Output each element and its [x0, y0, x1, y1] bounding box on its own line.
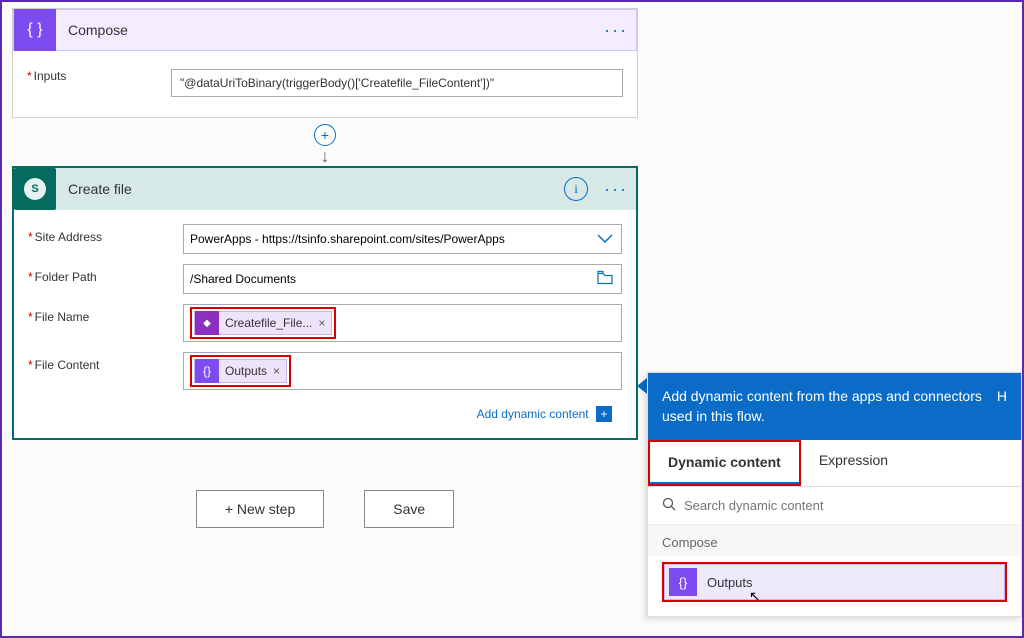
tab-expression[interactable]: Expression [801, 440, 906, 486]
cursor-pointer-icon: ↖ [749, 588, 761, 605]
create-file-header[interactable]: S Create file i ··· [14, 168, 636, 210]
compose-icon: { } [14, 9, 56, 51]
save-button[interactable]: Save [364, 490, 454, 528]
create-file-card: S Create file i ··· *Site Address PowerA… [12, 166, 638, 440]
file-name-field[interactable]: ◆ Createfile_File... × [183, 304, 622, 342]
site-address-label: *Site Address [28, 224, 183, 244]
add-dynamic-plus-icon[interactable]: + [596, 406, 612, 422]
connector: + ↓ [12, 118, 638, 166]
remove-token-icon[interactable]: × [312, 316, 331, 330]
chevron-down-icon[interactable] [597, 231, 613, 247]
create-file-title: Create file [56, 181, 564, 197]
file-content-field[interactable]: {} Outputs × [183, 352, 622, 390]
new-step-button[interactable]: + New step [196, 490, 324, 528]
dynamic-panel-header: Add dynamic content from the apps and co… [648, 373, 1021, 440]
dynamic-content-panel: Add dynamic content from the apps and co… [647, 372, 1022, 617]
compose-card: { } Compose ··· *Inputs [12, 8, 638, 118]
search-dynamic-content-input[interactable] [684, 498, 1007, 513]
compose-icon: {} [669, 568, 697, 596]
file-content-label: *File Content [28, 352, 183, 372]
folder-picker-icon[interactable] [597, 271, 613, 288]
inputs-label: *Inputs [27, 69, 157, 97]
dynamic-group-compose: Compose [648, 525, 1021, 556]
hide-panel-link[interactable]: H [987, 387, 1007, 426]
compose-title: Compose [56, 22, 596, 38]
callout-pointer-icon [637, 378, 647, 394]
site-address-field[interactable]: PowerApps - https://tsinfo.sharepoint.co… [183, 224, 622, 254]
arrow-down-icon: ↓ [321, 146, 330, 167]
folder-path-label: *Folder Path [28, 264, 183, 284]
folder-path-field[interactable]: /Shared Documents [183, 264, 622, 294]
compose-token-icon: {} [195, 359, 219, 383]
compose-header[interactable]: { } Compose ··· [13, 9, 637, 51]
create-file-menu-icon[interactable]: ··· [596, 179, 636, 200]
dynamic-item-outputs[interactable]: {} Outputs ↖ [664, 564, 1005, 600]
search-icon [662, 497, 676, 514]
remove-token-icon[interactable]: × [267, 364, 286, 378]
file-content-token[interactable]: {} Outputs × [194, 359, 287, 383]
file-name-label: *File Name [28, 304, 183, 324]
tab-dynamic-content[interactable]: Dynamic content [650, 442, 799, 484]
info-icon[interactable]: i [564, 177, 588, 201]
compose-inputs-field[interactable] [171, 69, 623, 97]
insert-step-button[interactable]: + [314, 124, 336, 146]
add-dynamic-content-link[interactable]: Add dynamic content [477, 407, 589, 421]
file-name-token[interactable]: ◆ Createfile_File... × [194, 311, 332, 335]
powerapps-icon: ◆ [195, 311, 219, 335]
sharepoint-icon: S [14, 168, 56, 210]
compose-menu-icon[interactable]: ··· [596, 20, 636, 41]
